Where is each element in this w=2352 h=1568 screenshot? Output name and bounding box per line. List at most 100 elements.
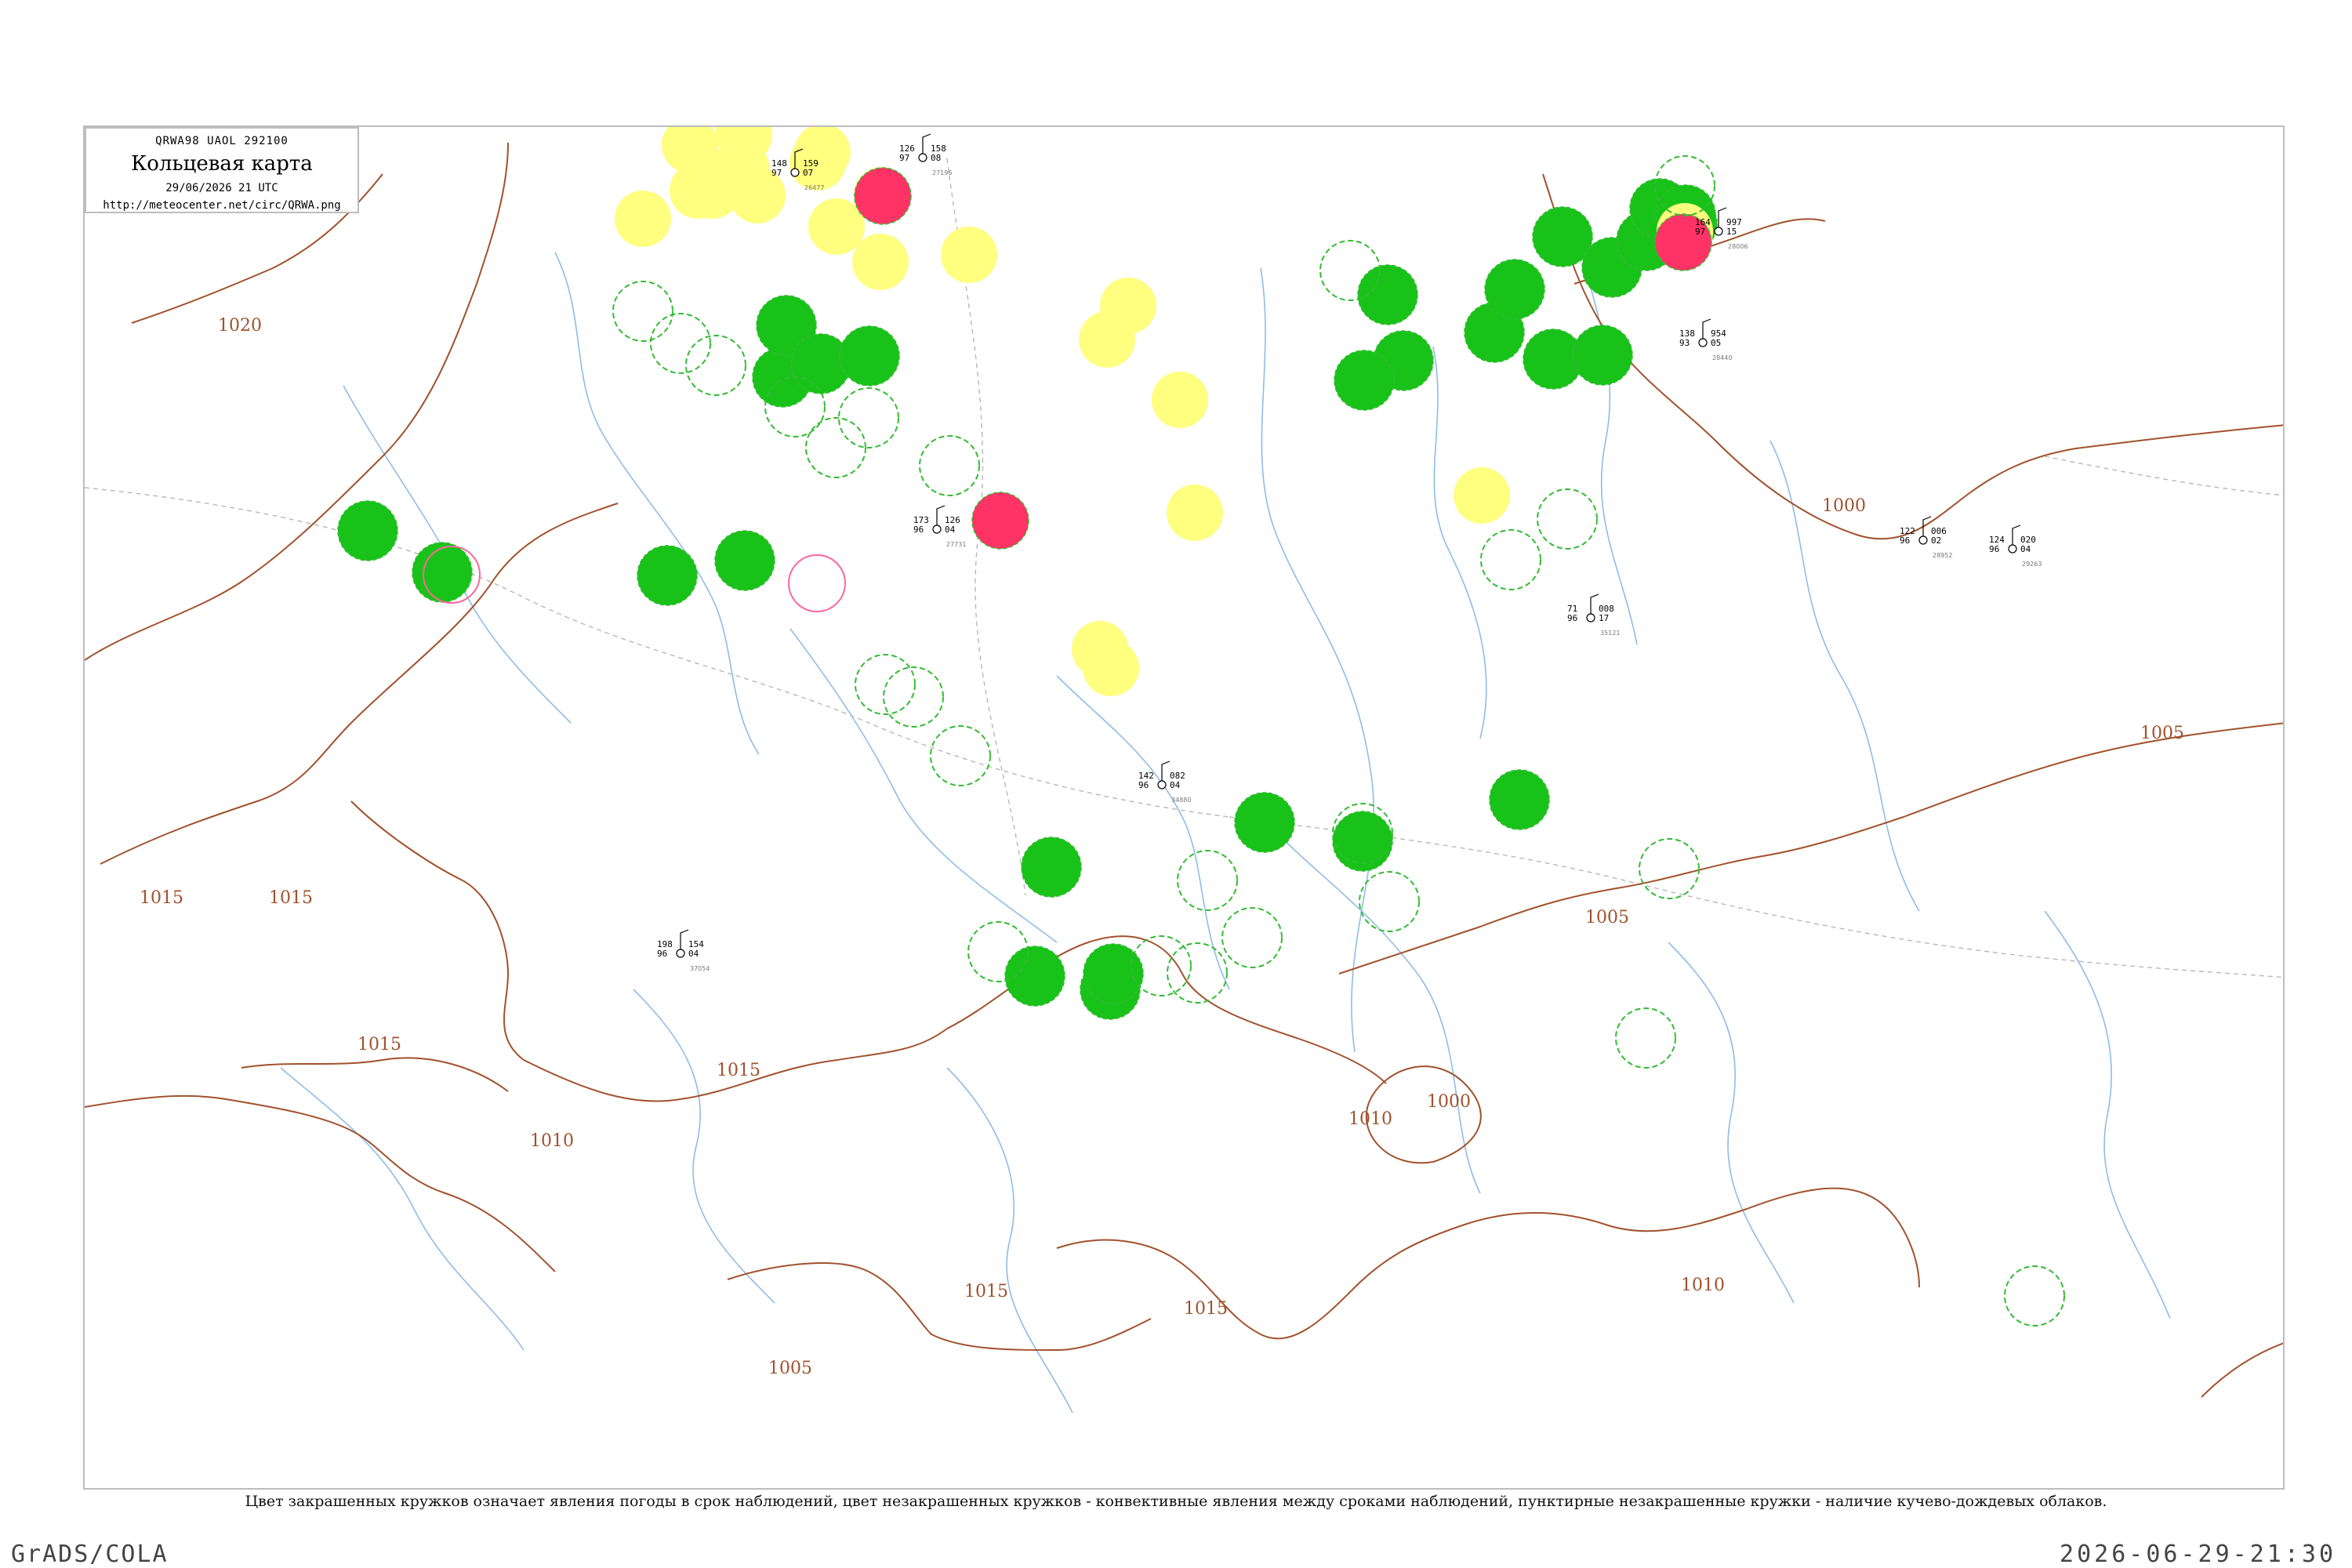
river-line (1432, 346, 1487, 739)
station-id: 35121 (1600, 630, 1620, 637)
station-marker[interactable] (1639, 838, 1700, 899)
station-marker[interactable] (854, 167, 912, 225)
station-id: 26477 (804, 184, 824, 191)
station-marker[interactable] (1234, 792, 1295, 853)
isobar-label: 1020 (218, 316, 262, 336)
station-marker[interactable] (1480, 529, 1541, 590)
station-marker[interactable] (412, 542, 473, 603)
isobar-label: 1010 (1348, 1109, 1392, 1129)
station-id: 28006 (1728, 243, 1748, 250)
station-marker[interactable] (839, 325, 900, 387)
station-model[interactable]: 142 08296 0434880 (1138, 760, 1191, 804)
station-marker[interactable] (1332, 811, 1393, 872)
isobar-line (241, 1057, 509, 1092)
station-marker[interactable] (1572, 325, 1633, 386)
isobar-label: 1005 (768, 1359, 812, 1378)
station-dewpoint: 96 (1138, 780, 1149, 790)
isobar-line (85, 1094, 556, 1272)
station-marker[interactable] (1359, 871, 1420, 932)
station-marker[interactable] (883, 666, 944, 728)
station-marker[interactable] (1152, 372, 1208, 428)
station-marker[interactable] (1167, 485, 1223, 541)
station-model[interactable]: 122 00696 0228952 (1900, 516, 1952, 559)
station-model[interactable]: 71 00896 1735121 (1567, 593, 1620, 637)
station-marker[interactable] (650, 313, 711, 374)
station-id: 34880 (1171, 797, 1191, 804)
station-dewpoint: 97 (1695, 227, 1705, 237)
isobar-label: 1010 (530, 1131, 574, 1151)
station-tendency: 07 (803, 168, 813, 178)
map-datetime: 29/06/2026 21 UTC (165, 182, 278, 194)
station-marker[interactable] (1454, 467, 1510, 524)
map-frame[interactable]: 1020 1015 1015 1015 1015 1015 1015 1010 … (83, 125, 2285, 1490)
station-marker[interactable] (788, 554, 846, 612)
isobar-line (350, 800, 524, 1061)
station-marker[interactable] (612, 281, 673, 342)
isobars-layer (85, 142, 2283, 1398)
isobar-label: 1015 (1184, 1299, 1228, 1319)
station-tendency: 04 (688, 949, 699, 959)
river-line (1276, 832, 1481, 1194)
station-id: 27731 (946, 541, 966, 548)
station-tendency: 04 (945, 524, 956, 535)
station-dewpoint: 96 (1900, 535, 1910, 546)
station-marker[interactable] (971, 492, 1029, 550)
station-marker[interactable] (838, 387, 899, 448)
station-id: 29263 (2022, 561, 2042, 568)
station-tendency: 05 (1711, 338, 1721, 348)
map-title: Кольцевая карта (131, 152, 313, 176)
station-marker[interactable] (855, 654, 916, 715)
station-model[interactable]: 198 15496 0437054 (657, 929, 710, 972)
title-box: QRWA98 UAOL 292100 Кольцевая карта 29/06… (85, 127, 359, 213)
isobar-label: 1015 (717, 1061, 760, 1080)
station-marker[interactable] (2004, 1265, 2065, 1327)
station-marker[interactable] (1615, 1007, 1676, 1069)
station-id: 27196 (932, 169, 952, 176)
station-markers-layer (337, 127, 2065, 1327)
station-model[interactable]: 138 95493 0528440 (1679, 318, 1732, 361)
river-line (1056, 675, 1230, 990)
station-marker[interactable] (1079, 311, 1135, 368)
river-line (2044, 910, 2171, 1319)
station-marker[interactable] (1334, 350, 1395, 411)
isobar-label: 1000 (1822, 496, 1866, 516)
station-dewpoint: 93 (1679, 338, 1690, 348)
map-canvas[interactable]: 1020 1015 1015 1015 1015 1015 1015 1010 … (85, 127, 2285, 1490)
station-marker[interactable] (1021, 837, 1082, 898)
station-marker[interactable] (1177, 850, 1238, 911)
station-marker[interactable] (685, 335, 746, 396)
station-model[interactable]: 124 02096 0429263 (1989, 524, 2042, 568)
station-id: 37054 (690, 965, 710, 972)
station-marker[interactable] (805, 417, 866, 478)
isobar-label: 1005 (2140, 724, 2184, 743)
station-tendency: 08 (931, 153, 941, 163)
isobar-line (1260, 1187, 1920, 1340)
station-marker[interactable] (941, 227, 997, 283)
station-marker[interactable] (1489, 769, 1550, 830)
isobar-label: 1000 (1427, 1092, 1471, 1112)
footer-timestamp: 2026-06-29-21:30 (2060, 1541, 2336, 1568)
station-marker[interactable] (919, 435, 980, 496)
station-model[interactable]: 126 15897 0827196 (899, 133, 952, 176)
station-marker[interactable] (930, 725, 991, 786)
station-marker[interactable] (852, 234, 909, 290)
station-model[interactable]: 173 12696 0427731 (913, 505, 966, 548)
station-marker[interactable] (615, 191, 671, 247)
station-dewpoint: 96 (657, 949, 667, 959)
station-marker[interactable] (1221, 907, 1283, 968)
isobar-label: 1015 (269, 888, 313, 908)
station-marker[interactable] (337, 500, 398, 561)
isobar-line (1338, 722, 2283, 975)
border-line (85, 487, 1230, 818)
station-marker[interactable] (1167, 942, 1228, 1004)
station-marker[interactable] (637, 545, 698, 606)
river-line (280, 1067, 524, 1351)
river-line (789, 628, 1058, 943)
station-marker[interactable] (1484, 259, 1545, 320)
station-marker[interactable] (714, 530, 775, 591)
station-marker[interactable] (1083, 640, 1139, 696)
station-dewpoint: 97 (771, 168, 782, 178)
isobar-line (727, 1262, 1152, 1352)
station-marker[interactable] (1537, 488, 1598, 550)
border-line (2044, 456, 2283, 496)
